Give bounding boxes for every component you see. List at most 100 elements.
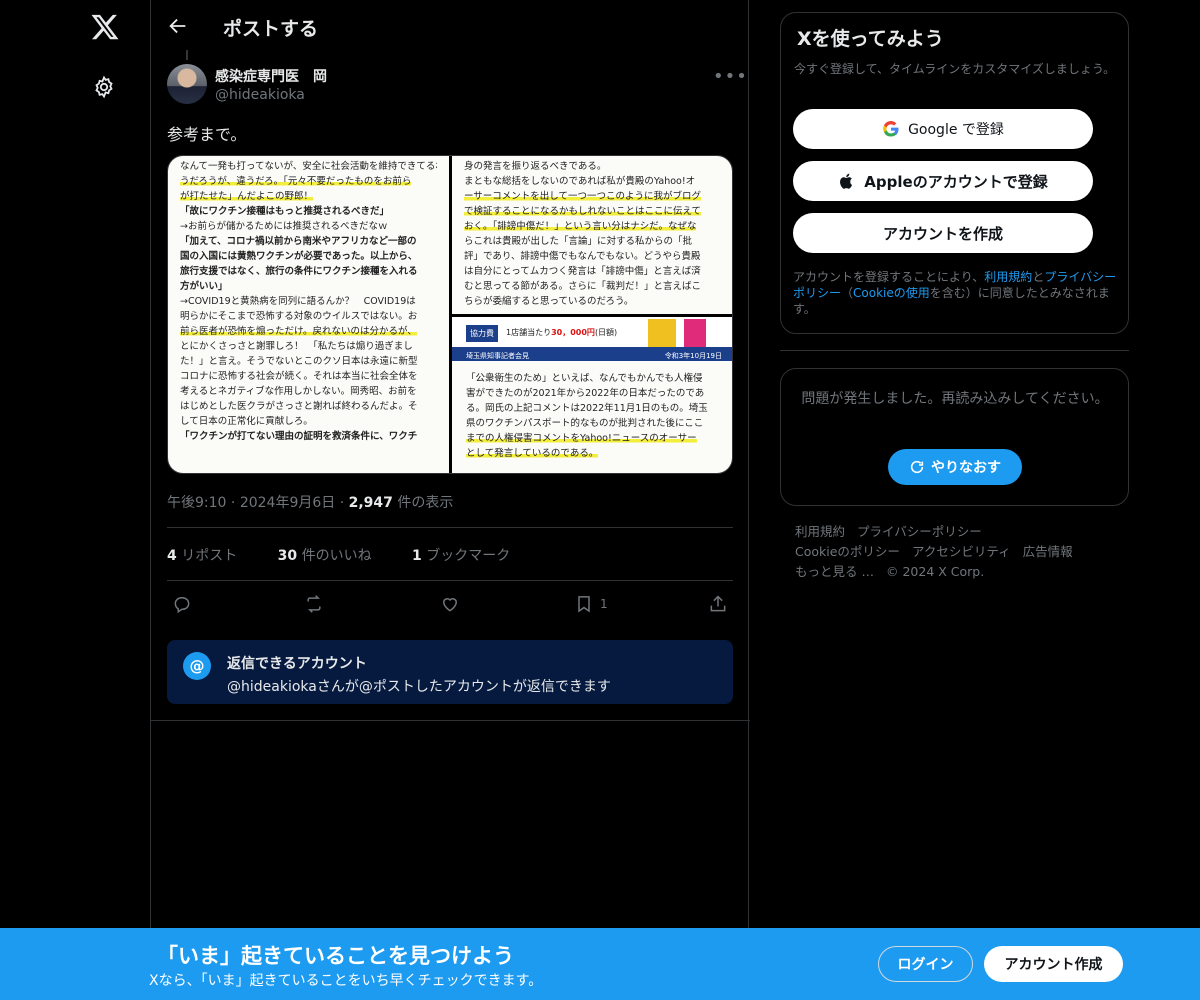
image-text-line: →お前らが儲かるためには推奨されるべきだなｗ — [180, 221, 388, 232]
image-figure — [684, 319, 706, 347]
reply-restriction-title: 返信できるアカウント — [227, 656, 367, 672]
image-text-line: らこれは貴殿が出した「言論」に対する私からの「批 — [464, 236, 693, 247]
signup-card-subtitle: 今すぐ登録して、タイムラインをカスタマイズしましょう。 — [794, 62, 1116, 76]
image-text-line: →COVID19と黄熱病を同列に語るんか？ COVID19は — [180, 296, 416, 307]
image-text-line: 評」であり、誹謗中傷でもなんでもない。どうやら貴殿 — [464, 251, 701, 262]
reposts-stat[interactable]: 4 リポスト — [167, 548, 255, 564]
footer-link[interactable]: アクセシビリティ — [912, 544, 1011, 559]
main-column: ポストする 感染症専門医 岡 @hideakioka ••• 参考まで。 なんて… — [150, 0, 750, 1000]
image-text-line: して日本の正常化に貢献しろ。 — [180, 416, 313, 427]
copyright: © 2024 X Corp. — [885, 564, 985, 579]
apple-icon — [840, 173, 853, 189]
image-body: 「公衆衛生のため」といえば、なんでもかんでも人権侵 害ができたのが2021年から2… — [452, 361, 732, 471]
terms-link[interactable]: 利用規約 — [984, 270, 1032, 284]
bookmark-count: 1 — [600, 597, 608, 611]
bookmarks-stat[interactable]: 1 ブックマーク — [412, 548, 528, 564]
image-text-line: 明らかにそこまで恐怖する対象のウイルスではない。お — [180, 311, 418, 322]
post-meta: 午後9:10 · 2024年9月6日 · 2,947 件の表示 — [167, 495, 454, 511]
footer-link[interactable]: 利用規約 — [795, 524, 845, 539]
signup-card: Xを使ってみよう 今すぐ登録して、タイムラインをカスタマイズしましょう。 Goo… — [780, 12, 1129, 334]
footer-link[interactable]: プライバシーポリシー — [857, 524, 982, 539]
image-text-line: る。岡氏の上記コメントは2022年11月1日のもの。埼玉 — [466, 403, 708, 414]
image-text-line: が打たせた」んだよこの野郎！ — [180, 191, 314, 202]
divider — [167, 580, 733, 581]
retry-label: やりなおす — [931, 460, 1001, 476]
views-count: 2,947 — [348, 495, 393, 511]
banner-subtitle: Xなら、「いま」起きていることをいち早くチェックできます。 — [149, 973, 543, 989]
image-price: 1店舗当たり30，000円(日額) — [506, 328, 618, 337]
gear-icon[interactable] — [92, 75, 116, 99]
cookie-link[interactable]: Cookieの使用 — [853, 286, 930, 300]
image-text-line: 旅行支援ではなく、旅行の条件にワクチン接種を入れる — [180, 266, 418, 277]
image-text-line: はじめとした医クラがさっさと謝れば終わるんだよ。そ — [180, 401, 418, 412]
image-text-line: 方がいい」 — [180, 281, 228, 292]
refresh-icon — [910, 460, 924, 474]
heart-icon — [442, 598, 458, 612]
footer-links: 利用規約 プライバシーポリシー Cookieのポリシー アクセシビリティ 広告情報 も… — [795, 522, 1115, 582]
action-bar: 1 — [167, 593, 733, 617]
image-text-line: は自分にとってムカつく発言は「誹謗中傷」と言えば済 — [464, 266, 701, 277]
like-button[interactable] — [440, 593, 460, 615]
reply-button[interactable] — [172, 593, 192, 615]
signup-button[interactable]: アカウント作成 — [984, 946, 1123, 982]
footer-more-link[interactable]: もっと見る … — [795, 564, 874, 579]
image-text-line: で検証することになるかもしれないことはここに伝えて — [464, 206, 702, 217]
image-text-line: ーサーコメントを出して一つ一つこのように我がブログ — [464, 191, 702, 202]
image-text-line: 「公衆衛生のため」といえば、なんでもかんでも人権侵 — [466, 373, 703, 384]
views-label: 件の表示 — [397, 495, 454, 511]
image-text-line: 「加えて、コロナ禍以前から南米やアフリカなど一部の — [180, 236, 417, 247]
image-text-line: なんて一発も打ってないが、安全に社会活動を維持できてるわ。お前は「打った人に守ら… — [180, 161, 437, 172]
apple-signup-label: Appleのアカウントで登録 — [864, 172, 1048, 191]
signup-legal-text: アカウントを登録することにより、利用規約とプライバシーポリシー（Cookieの使… — [793, 270, 1117, 316]
google-signup-label: Google で登録 — [908, 122, 1004, 138]
divider — [167, 527, 733, 528]
apple-signup-button[interactable]: Appleのアカウントで登録 — [793, 161, 1093, 201]
page-header: ポストする — [151, 0, 750, 54]
image-text-line: とにかくさっさと謝罪しろ！ 「私たちは煽り過ぎまし — [180, 341, 413, 352]
left-nav — [60, 0, 150, 1000]
retry-button[interactable]: やりなおす — [888, 449, 1022, 485]
arrow-left-icon[interactable] — [167, 15, 189, 37]
image-header: 協力費 1店舗当たり30，000円(日額) — [452, 317, 732, 347]
divider — [151, 720, 750, 721]
divider — [780, 350, 1129, 351]
attached-image-3[interactable]: 協力費 1店舗当たり30，000円(日額) 埼玉県知事記者会見 令和3年10月19… — [452, 317, 732, 473]
google-icon — [883, 121, 899, 137]
repost-icon — [307, 595, 321, 613]
image-text-line: までの人権侵害コメントをYahoo!ニュースのオーサー — [466, 433, 697, 444]
author-name[interactable]: 感染症専門医 岡 — [215, 66, 327, 86]
image-text-line: むと思ってる節がある。さらに「裁判だ！」と言えばこ — [464, 281, 702, 292]
image-text-line: た！」と言え。そうでないとこのクソ日本は永遠に新型 — [180, 356, 418, 367]
avatar[interactable] — [167, 64, 207, 104]
image-text-line: 身の発言を振り返るべきである。 — [464, 161, 607, 172]
attached-image-1[interactable]: なんて一発も打ってないが、安全に社会活動を維持できてるわ。お前は「打った人に守ら… — [168, 156, 449, 473]
x-logo-icon[interactable] — [90, 12, 120, 42]
author-handle[interactable]: @hideakioka — [215, 87, 305, 103]
bookmark-icon — [578, 596, 590, 613]
banner-title: 「いま」起きていることを見つけよう — [157, 944, 514, 968]
login-button[interactable]: ログイン — [878, 946, 973, 982]
engagement-stats: 4 リポスト 30 件のいいね 1 ブックマーク — [167, 545, 546, 565]
bookmark-button[interactable]: 1 — [574, 593, 608, 615]
share-button[interactable] — [708, 593, 728, 615]
more-horizontal-icon[interactable]: ••• — [713, 66, 748, 87]
attached-image-2[interactable]: 身の発言を振り返るべきである。まともな総括をしないのであれば私が貴殿のYahoo… — [452, 156, 732, 314]
repost-button[interactable] — [304, 593, 324, 615]
likes-stat[interactable]: 30 件のいいね — [278, 548, 390, 564]
footer-link[interactable]: Cookieのポリシー — [795, 544, 900, 559]
page-title: ポストする — [223, 18, 319, 40]
signup-card-title: Xを使ってみよう — [797, 28, 944, 50]
image-text-line: 国の入国には黄熱ワクチンが必要であった。以上から、 — [180, 251, 418, 262]
image-text-line: 「ワクチンが打てない理由の証明を救済条件に、ワクチ — [180, 431, 418, 442]
post-date[interactable]: 2024年9月6日 — [240, 495, 335, 511]
create-account-label: アカウントを作成 — [882, 224, 1003, 243]
google-signup-button[interactable]: Google で登録 — [793, 109, 1093, 149]
reply-restriction-subtitle: @hideakiokaさんが@ポストしたアカウントが返信できます — [227, 679, 611, 695]
thread-connector — [186, 50, 188, 60]
post-time[interactable]: 午後9:10 — [167, 495, 226, 511]
create-account-button[interactable]: アカウントを作成 — [793, 213, 1093, 253]
image-text-line: まともな総括をしないのであれば私が貴殿のYahoo!オ — [464, 176, 696, 187]
footer-link[interactable]: 広告情報 — [1023, 544, 1073, 559]
image-text-line: コロナに恐怖する社会が続く。それは本当に社会全体を — [180, 371, 418, 382]
image-text-line: 害ができたのが2021年から2022年の日本だったのであ — [466, 388, 705, 399]
